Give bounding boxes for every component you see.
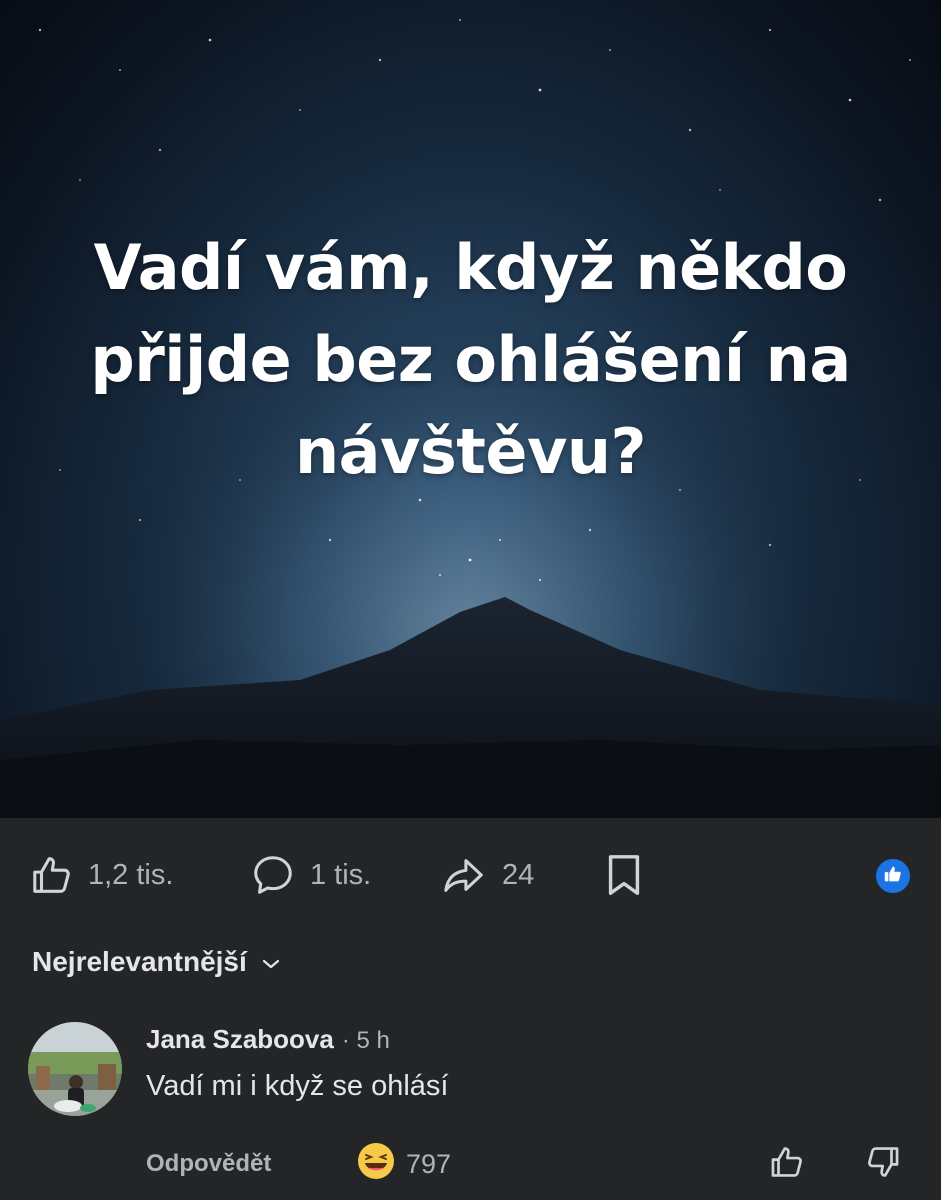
post-headline: Vadí vám, když někdo přijde bez ohlášení… bbox=[90, 231, 851, 488]
share-count: 24 bbox=[502, 858, 535, 891]
avatar[interactable] bbox=[28, 1022, 122, 1116]
comment-sort-dropdown[interactable]: Nejrelevantnější bbox=[32, 940, 281, 984]
comment-dislike-button[interactable] bbox=[860, 1142, 904, 1186]
comment-like-button[interactable] bbox=[766, 1142, 810, 1186]
save-button[interactable] bbox=[604, 848, 644, 902]
comment-header: Jana Szaboova · 5 h bbox=[146, 1024, 390, 1055]
laughing-emoji-icon bbox=[356, 1141, 396, 1188]
comment-reaction-summary[interactable]: 797 bbox=[356, 1142, 451, 1186]
like-count: 1,2 tis. bbox=[88, 858, 174, 891]
bookmark-icon bbox=[604, 852, 644, 898]
post-image[interactable]: Vadí vám, když někdo přijde bez ohlášení… bbox=[0, 0, 941, 818]
reaction-count: 797 bbox=[406, 1148, 452, 1179]
comment-count: 1 tis. bbox=[310, 858, 372, 891]
comment-timestamp: · 5 h bbox=[341, 1027, 390, 1054]
thumbs-down-icon bbox=[863, 1143, 901, 1186]
comment-button[interactable]: 1 tis. bbox=[248, 848, 371, 902]
thumbs-up-icon bbox=[30, 852, 76, 898]
comment-text: Vadí mi i když se ohlásí bbox=[146, 1070, 449, 1102]
reply-button[interactable]: Odpovědět bbox=[146, 1142, 271, 1186]
comment-author[interactable]: Jana Szaboova bbox=[146, 1024, 334, 1055]
like-reaction-badge[interactable] bbox=[874, 857, 912, 895]
thumbs-up-icon bbox=[882, 863, 904, 890]
share-button[interactable]: 24 bbox=[438, 848, 534, 902]
share-arrow-icon bbox=[438, 852, 490, 898]
sort-label: Nejrelevantnější bbox=[32, 946, 247, 977]
thumbs-up-icon bbox=[769, 1143, 807, 1186]
like-button[interactable]: 1,2 tis. bbox=[30, 848, 173, 902]
chevron-down-icon bbox=[261, 946, 281, 978]
speech-bubble-icon bbox=[248, 852, 298, 898]
